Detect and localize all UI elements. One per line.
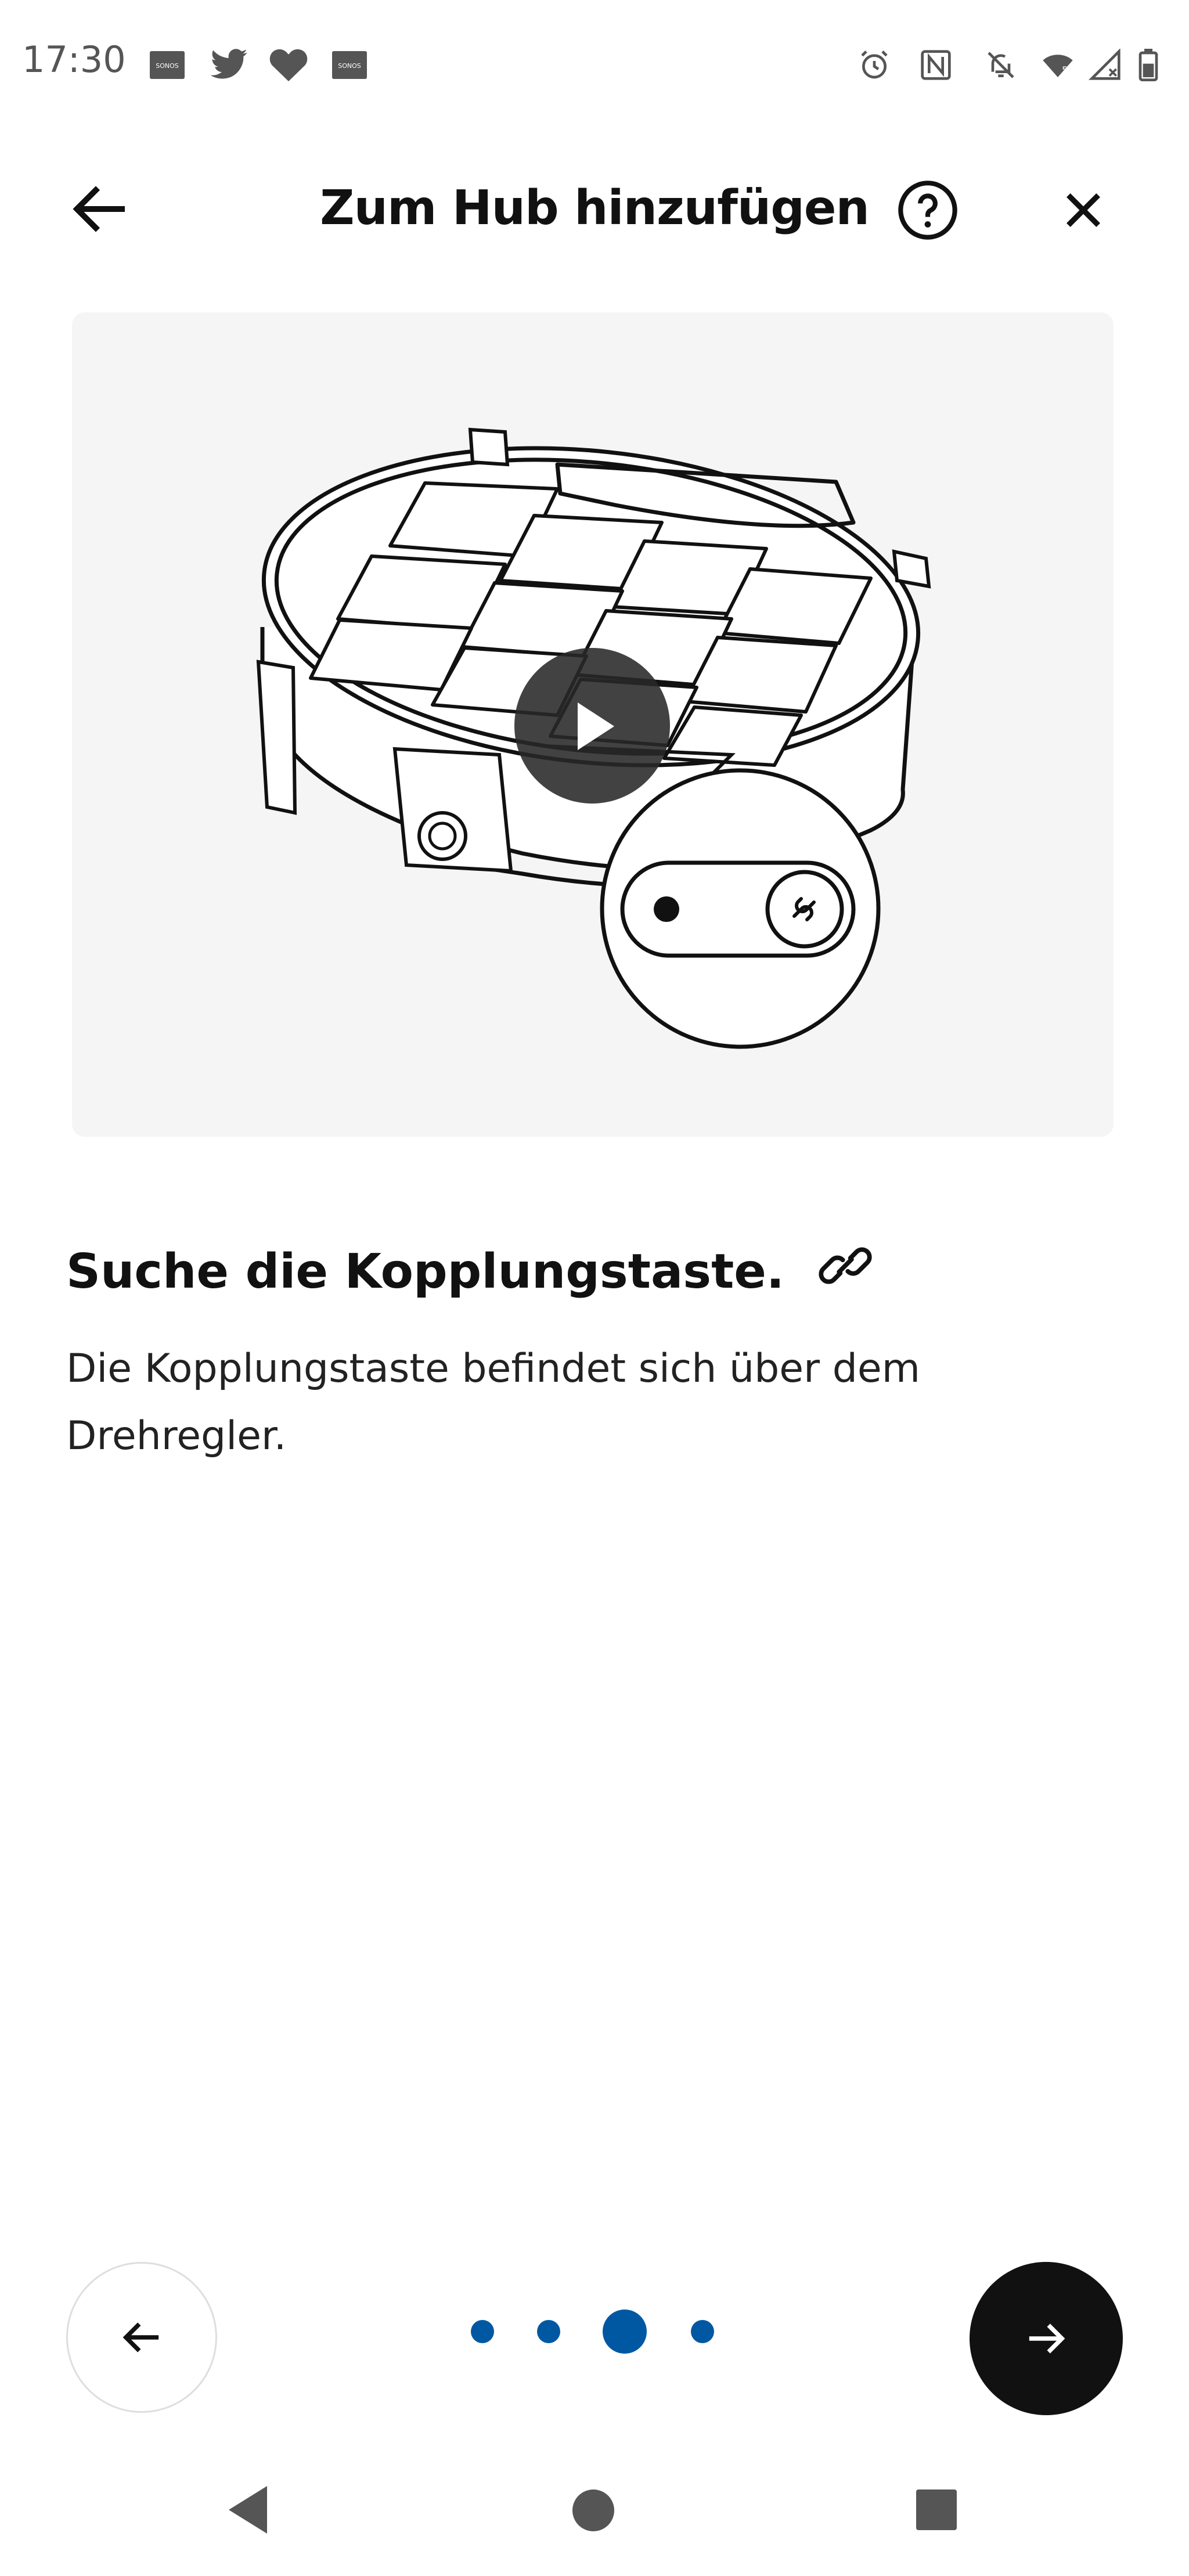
link-icon bbox=[819, 1247, 872, 1284]
help-circle-icon bbox=[898, 181, 957, 240]
home-circle-icon[interactable] bbox=[571, 2488, 615, 2532]
sonos-icon: SONOS bbox=[150, 51, 185, 79]
step-description: Die Kopplungstaste befindet sich über de… bbox=[66, 1346, 920, 1459]
svg-text:SONOS: SONOS bbox=[156, 62, 179, 70]
battery-icon bbox=[1138, 49, 1158, 81]
hub-device-illustration bbox=[256, 427, 931, 1049]
bell-off-icon bbox=[988, 52, 1014, 78]
wifi-icon: 5 bbox=[1043, 55, 1073, 77]
pager-dot-1[interactable] bbox=[471, 2320, 494, 2343]
arrow-right-icon bbox=[1029, 2323, 1065, 2354]
video-card[interactable] bbox=[72, 312, 1114, 1137]
status-time: 17:30 bbox=[22, 38, 126, 81]
close-button[interactable] bbox=[1051, 178, 1116, 243]
svg-text:5: 5 bbox=[1062, 64, 1068, 75]
step-heading-text: Suche die Kopplungstaste. bbox=[66, 1244, 785, 1299]
step-heading: Suche die Kopplungstaste. bbox=[66, 1235, 875, 1296]
pager-dot-3-active[interactable] bbox=[603, 2310, 647, 2354]
svg-text:SONOS: SONOS bbox=[338, 62, 361, 70]
heart-icon bbox=[269, 49, 308, 81]
previous-step-button[interactable] bbox=[66, 2262, 217, 2413]
pager-dot-4[interactable] bbox=[691, 2320, 714, 2343]
sonos-icon: SONOS bbox=[332, 51, 367, 79]
page-title: Zum Hub hinzufügen bbox=[320, 181, 870, 236]
arrow-left-icon bbox=[122, 2322, 159, 2352]
alarm-icon bbox=[861, 51, 888, 79]
twitter-icon bbox=[210, 49, 247, 79]
signal-icon bbox=[1089, 49, 1120, 80]
close-icon bbox=[1067, 193, 1100, 227]
help-button[interactable] bbox=[895, 178, 960, 243]
back-triangle-icon[interactable] bbox=[225, 2484, 272, 2536]
recents-square-icon[interactable] bbox=[915, 2488, 958, 2531]
nfc-icon bbox=[921, 50, 951, 80]
pager-dot-2[interactable] bbox=[537, 2320, 560, 2343]
next-step-button[interactable] bbox=[970, 2262, 1123, 2415]
